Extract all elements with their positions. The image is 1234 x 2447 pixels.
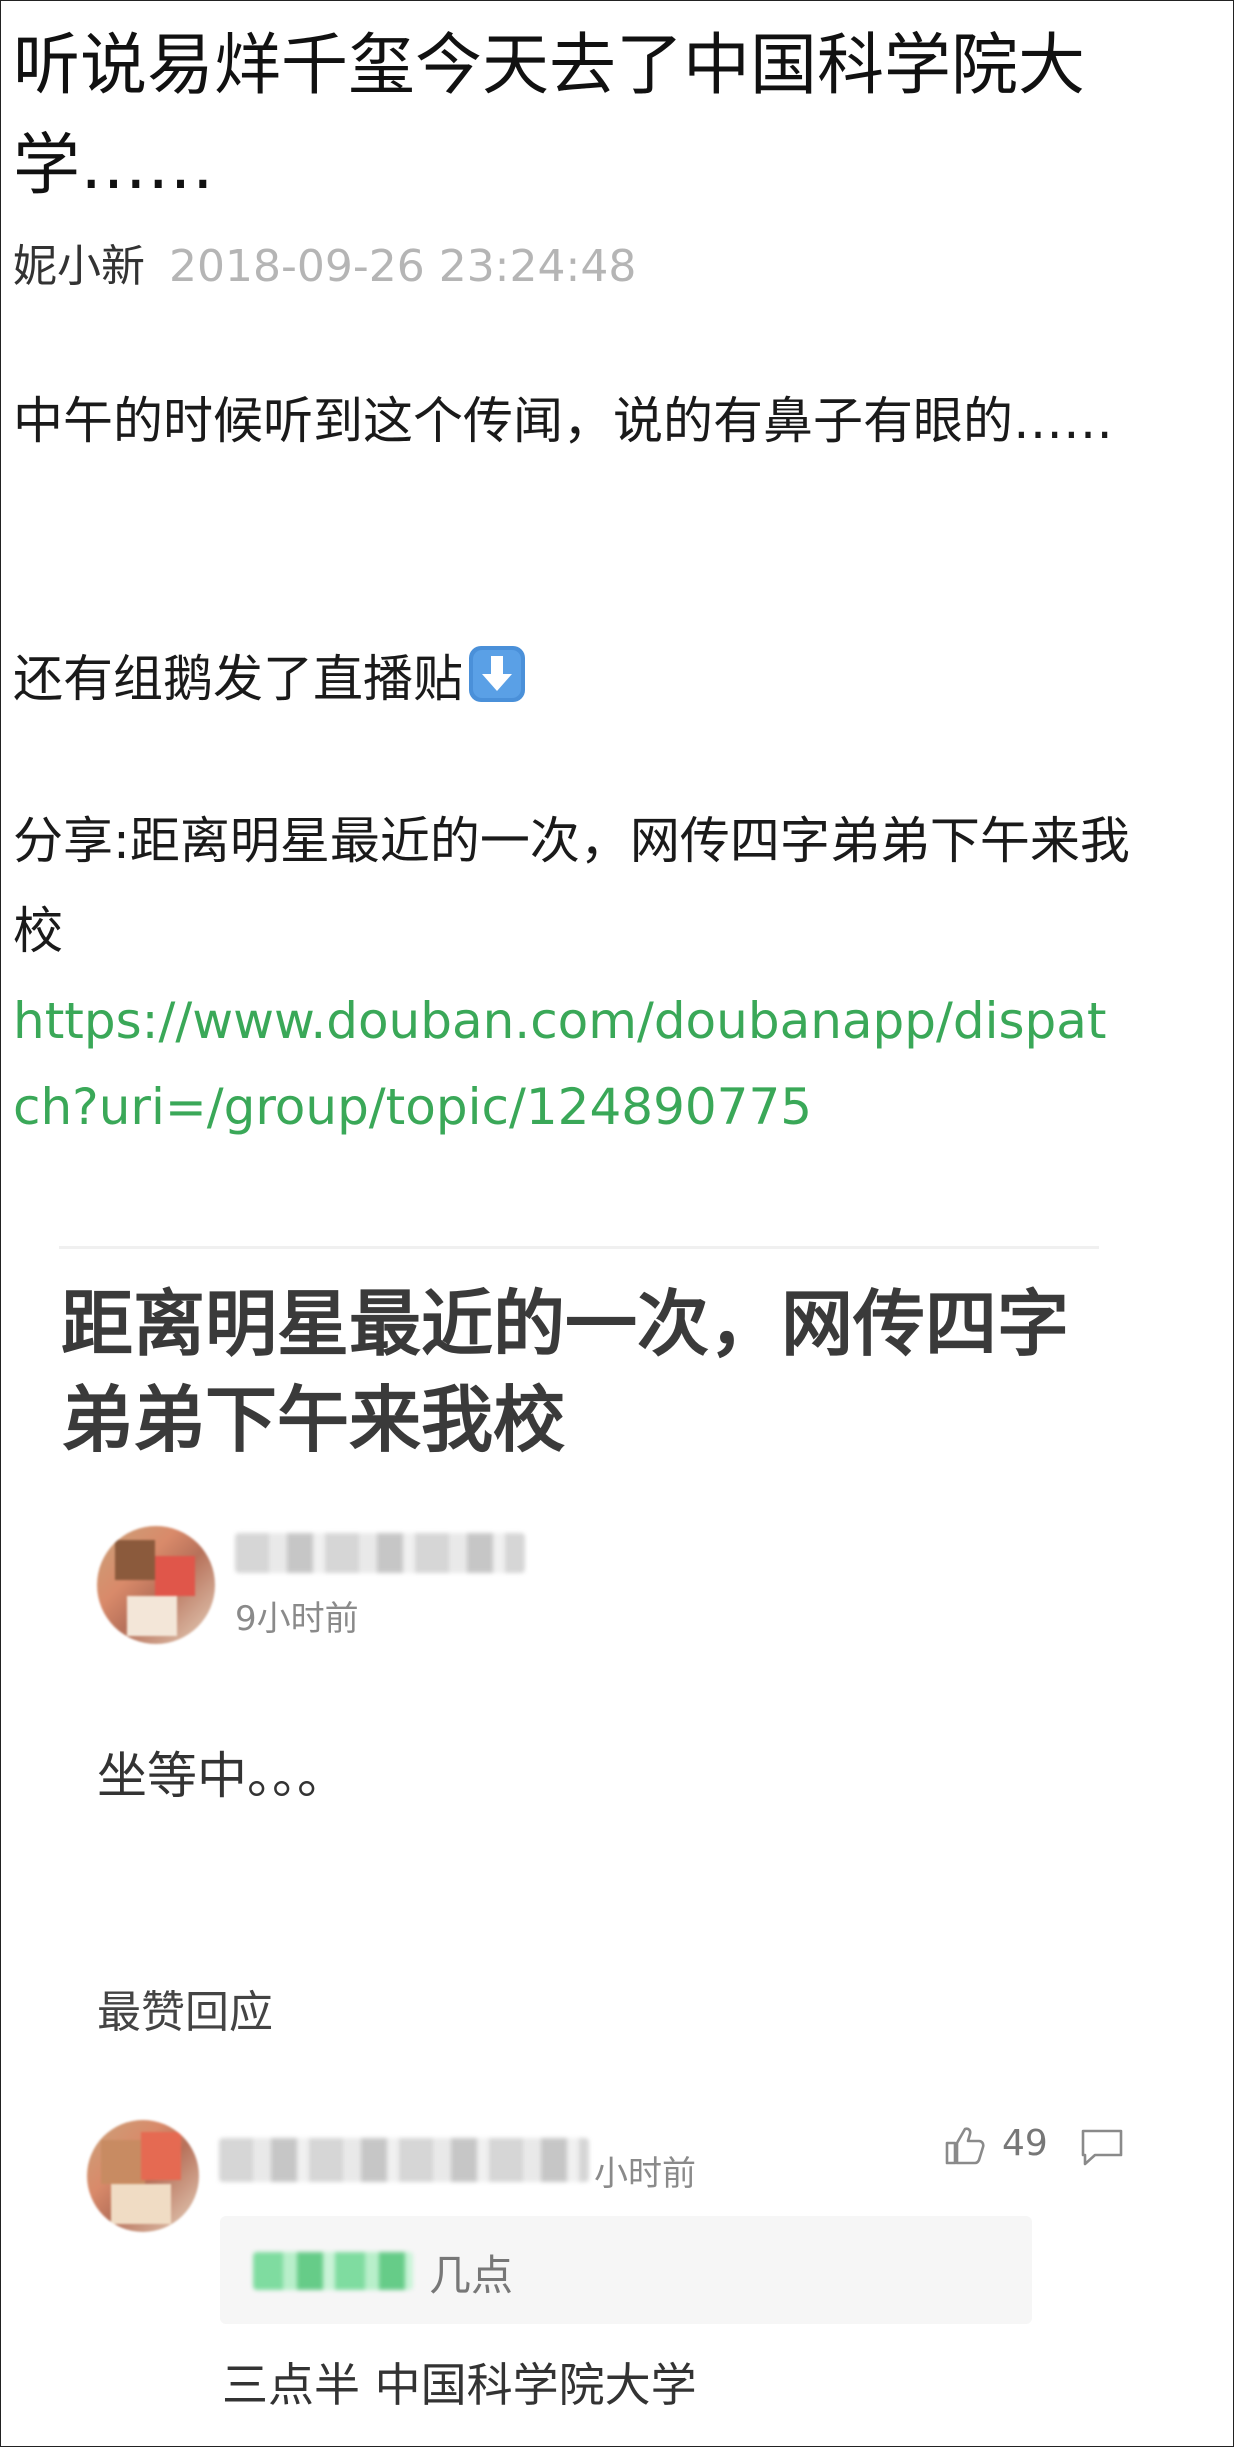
quoted-user-name-blurred: [253, 2252, 413, 2290]
poster-time: 9小时前: [235, 1599, 359, 1639]
post-meta: 妮小新 2018-09-26 23:24:48: [13, 237, 636, 297]
post-date: 2018-09-26 23:24:48: [169, 241, 637, 292]
card-divider: [59, 1246, 1099, 1249]
paragraph-live-post-text: 还有组鹅发了直播贴: [13, 650, 463, 708]
link-container: https://www.douban.com/doubanapp/dispatc…: [13, 978, 1131, 1150]
top-replies-label: 最赞回应: [97, 1987, 273, 2038]
poster-name-blurred: [235, 1533, 525, 1573]
post-title: 听说易烊千玺今天去了中国科学院大学……: [13, 26, 1085, 204]
reply-user-name-blurred: [219, 2138, 589, 2182]
down-arrow-emoji-icon: [467, 642, 527, 702]
reply-time: 小时前: [594, 2154, 696, 2194]
paragraph-rumor: 中午的时候听到这个传闻，说的有鼻子有眼的……: [13, 392, 1113, 450]
post-page: 听说易烊千玺今天去了中国科学院大学…… 妮小新 2018-09-26 23:24:…: [0, 0, 1234, 2447]
paragraph-share: 分享:距离明星最近的一次，网传四字弟弟下午来我校: [13, 812, 1130, 960]
douban-topic-link[interactable]: https://www.douban.com/doubanapp/dispatc…: [13, 992, 1107, 1136]
thumbs-up-icon[interactable]: [941, 2121, 989, 2169]
embedded-topic-title: 距离明星最近的一次，网传四字弟弟下午来我校: [61, 1282, 1070, 1462]
paragraph-live-post: 还有组鹅发了直播贴: [13, 634, 1163, 724]
embedded-screenshot-card: 距离明星最近的一次，网传四字弟弟下午来我校 9小时前 坐等中。。。 最赞回应 小…: [59, 1246, 1123, 2446]
poster-avatar[interactable]: [97, 1526, 215, 1644]
embedded-post-body: 坐等中。。。: [97, 1747, 347, 1805]
reply-avatar[interactable]: [87, 2120, 199, 2232]
reply-text: 三点半 中国科学院大学: [222, 2358, 697, 2412]
quoted-reply-text: 几点: [429, 2251, 514, 2300]
like-count: 49: [1002, 2123, 1048, 2164]
quoted-reply-box: 几点: [220, 2216, 1032, 2324]
author-name[interactable]: 妮小新: [13, 241, 145, 292]
comment-bubble-icon[interactable]: [1079, 2127, 1125, 2167]
